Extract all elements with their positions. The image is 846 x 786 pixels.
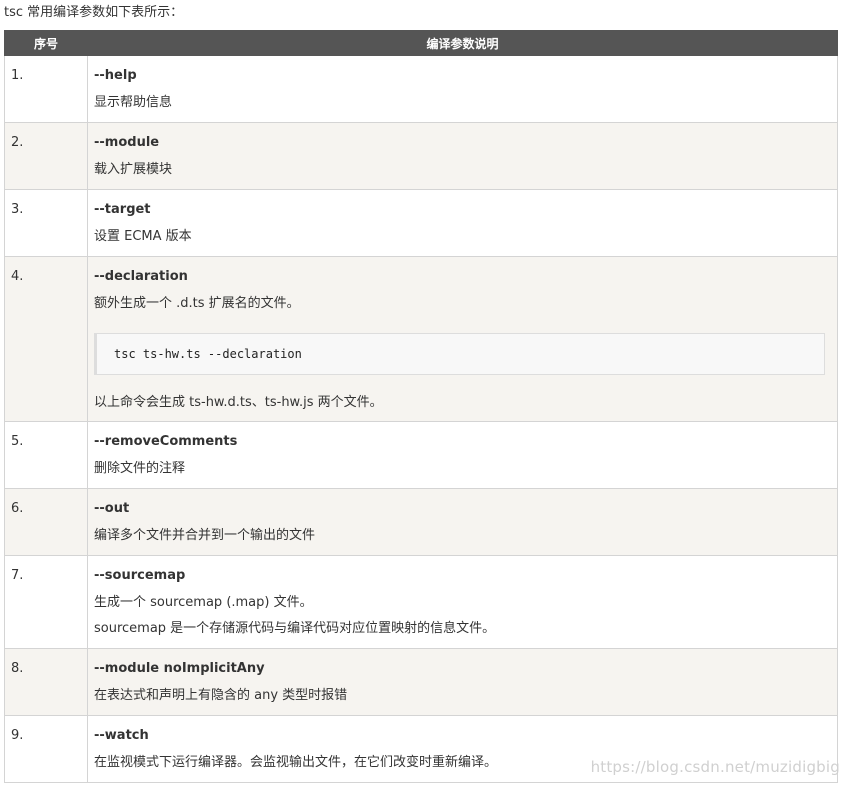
row-number: 2.: [4, 122, 88, 190]
row-content: --module 载入扩展模块: [87, 122, 838, 190]
table-row: 7. --sourcemap 生成一个 sourcemap (.map) 文件。…: [4, 555, 838, 649]
option-description: 显示帮助信息: [94, 95, 173, 110]
row-content: --out 编译多个文件并合并到一个输出的文件: [87, 488, 838, 556]
table-row: 2. --module 载入扩展模块: [4, 122, 838, 190]
table-row: 6. --out 编译多个文件并合并到一个输出的文件: [4, 488, 838, 556]
row-content: --target 设置 ECMA 版本: [87, 189, 838, 257]
header-number: 序号: [4, 30, 88, 56]
row-number: 8.: [4, 648, 88, 716]
option-name: --out: [94, 501, 130, 516]
option-description: 删除文件的注释: [94, 461, 186, 476]
option-name: --target: [94, 202, 151, 217]
page: tsc 常用编译参数如下表所示： 序号 编译参数说明 1. --help 显示帮…: [0, 0, 846, 786]
row-content: --removeComments 删除文件的注释: [87, 421, 838, 489]
option-description: sourcemap 是一个存储源代码与编译代码对应位置映射的信息文件。: [94, 621, 496, 636]
row-content: --help 显示帮助信息: [87, 55, 838, 123]
table-row: 8. --module noImplicitAny 在表达式和声明上有隐含的 a…: [4, 648, 838, 716]
row-number: 5.: [4, 421, 88, 489]
option-name: --module: [94, 135, 160, 150]
option-note: 以上命令会生成 ts-hw.d.ts、ts-hw.js 两个文件。: [94, 395, 383, 410]
option-description: 在表达式和声明上有隐含的 any 类型时报错: [94, 688, 348, 703]
option-description: 载入扩展模块: [94, 162, 173, 177]
option-description: 设置 ECMA 版本: [94, 229, 192, 244]
row-number: 4.: [4, 256, 88, 422]
row-number: 3.: [4, 189, 88, 257]
row-number: 7.: [4, 555, 88, 649]
row-number: 1.: [4, 55, 88, 123]
compile-options-table: 序号 编译参数说明 1. --help 显示帮助信息 2. --module 载…: [4, 30, 838, 783]
table-row: 3. --target 设置 ECMA 版本: [4, 189, 838, 257]
option-name: --watch: [94, 728, 149, 743]
option-name: --module noImplicitAny: [94, 661, 265, 676]
option-description: 编译多个文件并合并到一个输出的文件: [94, 528, 316, 543]
option-name: --help: [94, 68, 137, 83]
row-content: --module noImplicitAny 在表达式和声明上有隐含的 any …: [87, 648, 838, 716]
row-content: --declaration 额外生成一个 .d.ts 扩展名的文件。 tsc t…: [87, 256, 838, 422]
option-name: --sourcemap: [94, 568, 186, 583]
option-name: --declaration: [94, 269, 188, 284]
table-header-row: 序号 编译参数说明: [4, 30, 838, 56]
table-row: 4. --declaration 额外生成一个 .d.ts 扩展名的文件。 ts…: [4, 256, 838, 422]
option-name: --removeComments: [94, 434, 238, 449]
table-row: 5. --removeComments 删除文件的注释: [4, 421, 838, 489]
row-number: 9.: [4, 715, 88, 783]
watermark: https://blog.csdn.net/muzidigbig: [590, 758, 840, 776]
option-description: 额外生成一个 .d.ts 扩展名的文件。: [94, 296, 300, 311]
row-number: 6.: [4, 488, 88, 556]
row-content: --sourcemap 生成一个 sourcemap (.map) 文件。 so…: [87, 555, 838, 649]
table-row: 1. --help 显示帮助信息: [4, 55, 838, 123]
option-description: 生成一个 sourcemap (.map) 文件。: [94, 595, 313, 610]
header-description: 编译参数说明: [87, 30, 838, 56]
code-block: tsc ts-hw.ts --declaration: [94, 333, 825, 375]
intro-text: tsc 常用编译参数如下表所示：: [4, 5, 184, 20]
